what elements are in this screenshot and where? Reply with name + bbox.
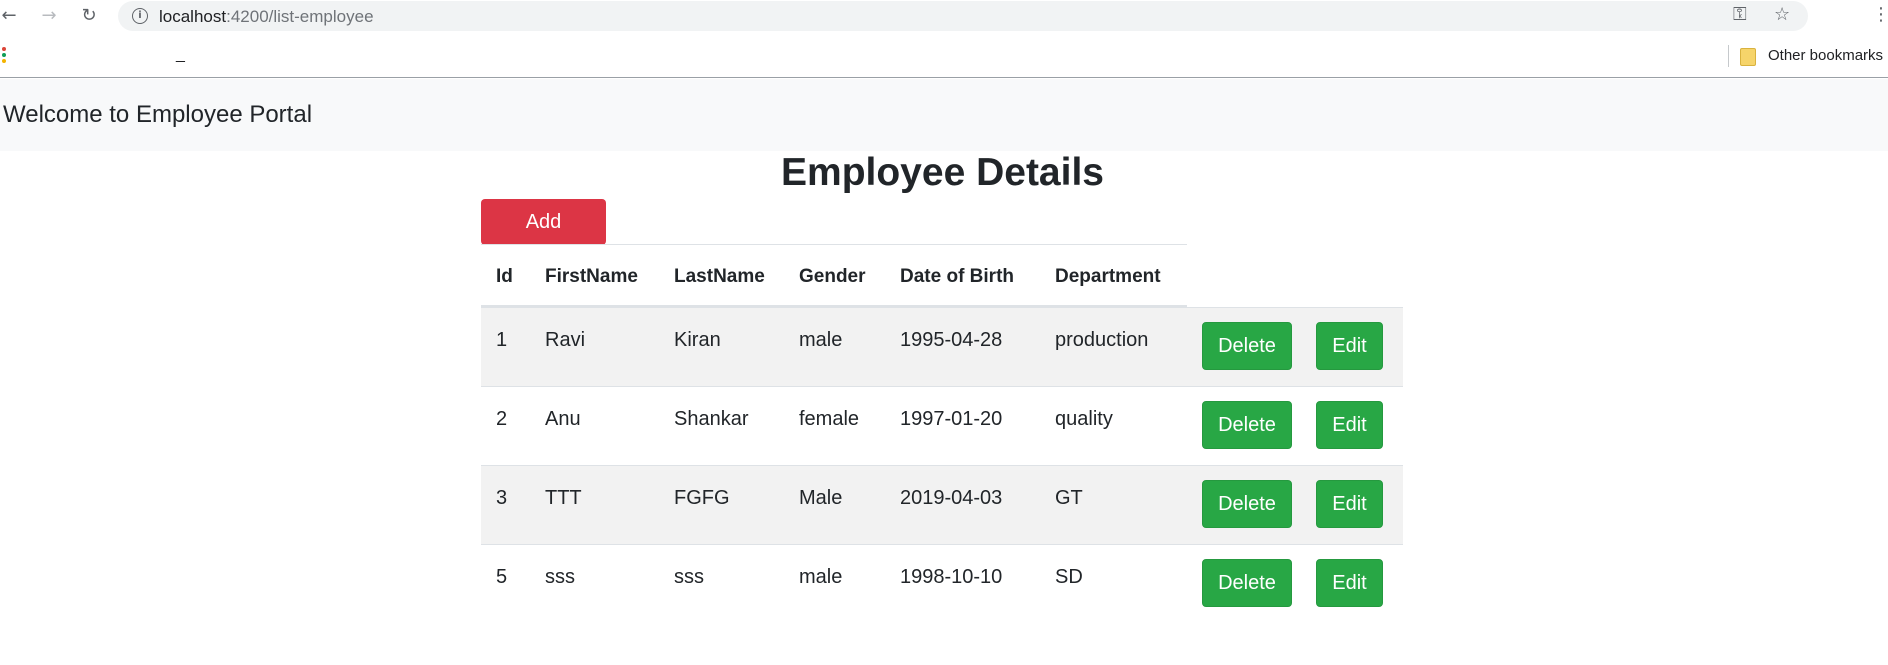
other-bookmarks-label[interactable]: Other bookmarks xyxy=(1768,47,1883,64)
column-header-id: Id xyxy=(496,266,513,287)
cell-firstname: Anu xyxy=(545,408,581,430)
bookmark-item[interactable]: _ xyxy=(176,46,185,64)
cell-id: 2 xyxy=(496,408,508,430)
table-header-row: Id FirstName LastName Gender Date of Bir… xyxy=(481,244,1187,307)
edit-button[interactable]: Edit xyxy=(1316,401,1383,449)
navbar: Welcome to Employee Portal xyxy=(0,79,1888,151)
add-button[interactable]: Add xyxy=(481,199,606,245)
forward-arrow-icon[interactable]: → xyxy=(35,2,63,30)
column-header-lastname: LastName xyxy=(674,266,765,287)
bookmarks-divider xyxy=(1728,45,1729,67)
cell-department: quality xyxy=(1055,408,1113,430)
navbar-brand[interactable]: Welcome to Employee Portal xyxy=(3,101,312,129)
cell-department: production xyxy=(1055,329,1149,351)
cell-lastname: Kiran xyxy=(674,329,721,351)
browser-toolbar: ← → ↻ i localhost:4200/list-employee ⚿ ☆… xyxy=(0,0,1888,32)
column-header-firstname: FirstName xyxy=(545,266,638,287)
edit-button[interactable]: Edit xyxy=(1316,480,1383,528)
cell-firstname: sss xyxy=(545,566,575,588)
cell-date-of-birth: 1997-01-20 xyxy=(900,408,1003,430)
cell-gender: female xyxy=(799,408,860,430)
bookmarks-bar: _ Other bookmarks xyxy=(0,38,1888,78)
cell-lastname: Shankar xyxy=(674,408,749,430)
cell-date-of-birth: 1998-10-10 xyxy=(900,566,1003,588)
cell-lastname: sss xyxy=(674,566,704,588)
address-bar[interactable]: i localhost:4200/list-employee ⚿ ☆ xyxy=(118,1,1808,31)
url-path: :4200/list-employee xyxy=(226,7,374,26)
cell-firstname: Ravi xyxy=(545,329,586,351)
back-arrow-icon[interactable]: ← xyxy=(0,2,23,30)
url-text[interactable]: localhost:4200/list-employee xyxy=(159,7,374,27)
delete-button[interactable]: Delete xyxy=(1202,559,1292,607)
star-icon[interactable]: ☆ xyxy=(1774,4,1790,25)
delete-button[interactable]: Delete xyxy=(1202,401,1292,449)
key-icon[interactable]: ⚿ xyxy=(1733,4,1747,25)
column-header-date-of-birth: Date of Birth xyxy=(900,266,1014,287)
cell-department: SD xyxy=(1055,566,1083,588)
delete-button[interactable]: Delete xyxy=(1202,480,1292,528)
page-title: Employee Details xyxy=(781,151,1104,194)
cell-gender: male xyxy=(799,329,843,351)
cell-date-of-birth: 1995-04-28 xyxy=(900,329,1003,351)
column-header-department: Department xyxy=(1055,266,1161,287)
cell-id: 5 xyxy=(496,566,508,588)
cell-firstname: TTT xyxy=(545,487,582,509)
url-host: localhost xyxy=(159,7,227,26)
edit-button[interactable]: Edit xyxy=(1316,322,1383,370)
cell-id: 3 xyxy=(496,487,508,509)
cell-id: 1 xyxy=(496,329,508,351)
folder-icon[interactable] xyxy=(1740,48,1756,66)
cell-lastname: FGFG xyxy=(674,487,730,509)
info-icon[interactable]: i xyxy=(132,8,148,24)
reload-icon[interactable]: ↻ xyxy=(75,2,103,30)
cell-gender: Male xyxy=(799,487,843,509)
apps-icon[interactable] xyxy=(2,47,6,63)
column-header-gender: Gender xyxy=(799,266,866,287)
delete-button[interactable]: Delete xyxy=(1202,322,1292,370)
cell-department: GT xyxy=(1055,487,1083,509)
cell-date-of-birth: 2019-04-03 xyxy=(900,487,1003,509)
edit-button[interactable]: Edit xyxy=(1316,559,1383,607)
cell-gender: male xyxy=(799,566,843,588)
menu-icon[interactable]: ⋮ xyxy=(1872,4,1888,26)
